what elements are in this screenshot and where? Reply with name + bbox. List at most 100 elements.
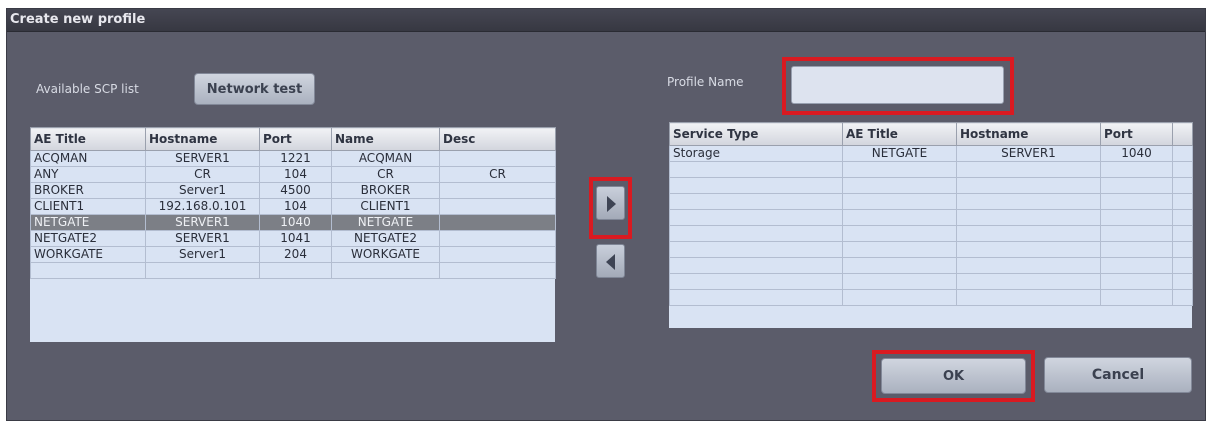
table-row[interactable]	[30, 262, 556, 279]
table-cell	[956, 225, 1101, 242]
table-cell	[1172, 257, 1193, 274]
table-cell	[439, 150, 556, 167]
table-cell	[1100, 241, 1173, 258]
table-row[interactable]	[669, 193, 1193, 210]
table-cell	[956, 257, 1101, 274]
table-row[interactable]	[669, 273, 1193, 290]
table-cell: BROKER	[331, 182, 440, 199]
table-cell: BROKER	[30, 182, 146, 199]
table-cell	[1100, 177, 1173, 194]
table-cell: WORKGATE	[30, 246, 146, 263]
scp-column-header[interactable]: Desc	[439, 127, 556, 151]
profile-table: Service Type AE Title Hostname Port Storage…	[669, 122, 1193, 306]
table-row[interactable]: Storage NETGATE SERVER1 1040	[669, 145, 1193, 162]
network-test-button[interactable]: Network test	[194, 73, 315, 105]
table-cell	[669, 273, 843, 290]
table-row[interactable]	[669, 225, 1193, 242]
scp-table: AE Title Hostname Port Name Desc ACQMAN SERVE…	[30, 127, 556, 279]
table-row[interactable]	[669, 177, 1193, 194]
table-row[interactable]	[669, 257, 1193, 274]
title-bar: Create new profile	[7, 9, 1205, 32]
table-cell	[669, 257, 843, 274]
scp-column-header[interactable]: Name	[331, 127, 440, 151]
table-cell: 192.168.0.101	[145, 198, 260, 215]
create-profile-dialog: Create new profile Available SCP list Ne…	[6, 8, 1206, 421]
table-cell	[30, 262, 146, 279]
scp-column-header[interactable]: Port	[259, 127, 332, 151]
table-cell: WORKGATE	[331, 246, 440, 263]
table-cell: Server1	[145, 246, 260, 263]
table-row[interactable]: NETGATE SERVER1 1040 NETGATE	[30, 214, 556, 231]
table-row[interactable]	[669, 161, 1193, 178]
table-cell	[956, 289, 1101, 306]
table-cell	[1100, 289, 1173, 306]
table-cell: NETGATE	[331, 214, 440, 231]
table-cell: ACQMAN	[331, 150, 440, 167]
table-row[interactable]: NETGATE2 SERVER1 1041 NETGATE2	[30, 230, 556, 247]
table-cell	[669, 193, 843, 210]
table-cell	[1172, 161, 1193, 178]
scp-column-header[interactable]: AE Title	[30, 127, 146, 151]
table-cell	[669, 289, 843, 306]
add-to-profile-button[interactable]	[596, 186, 625, 220]
table-cell	[669, 225, 843, 242]
table-cell	[842, 177, 957, 194]
table-row[interactable]: WORKGATE Server1 204 WORKGATE	[30, 246, 556, 263]
table-cell	[1172, 225, 1193, 242]
table-row[interactable]: ACQMAN SERVER1 1221 ACQMAN	[30, 150, 556, 167]
table-cell: NETGATE	[30, 214, 146, 231]
table-cell: SERVER1	[145, 214, 260, 231]
table-cell	[842, 289, 957, 306]
table-cell: 1221	[259, 150, 332, 167]
table-cell: NETGATE2	[331, 230, 440, 247]
scp-column-header[interactable]: Hostname	[145, 127, 260, 151]
table-cell	[669, 177, 843, 194]
profile-name-input[interactable]	[791, 66, 1004, 104]
table-cell	[145, 262, 260, 279]
profile-column-header[interactable]: Port	[1100, 122, 1173, 146]
table-cell: CR	[331, 166, 440, 183]
table-cell	[439, 198, 556, 215]
profile-column-header[interactable]: AE Title	[842, 122, 957, 146]
table-cell: 104	[259, 166, 332, 183]
table-cell	[1100, 193, 1173, 210]
table-cell	[1100, 257, 1173, 274]
profile-column-header[interactable]: Hostname	[956, 122, 1101, 146]
cancel-button[interactable]: Cancel	[1044, 357, 1192, 393]
table-cell	[842, 257, 957, 274]
remove-from-profile-button[interactable]	[596, 244, 625, 278]
table-cell	[956, 161, 1101, 178]
table-row[interactable]: CLIENT1 192.168.0.101 104 CLIENT1	[30, 198, 556, 215]
table-cell: NETGATE2	[30, 230, 146, 247]
table-row[interactable]	[669, 209, 1193, 226]
arrow-left-icon	[606, 254, 615, 270]
profile-column-header[interactable]: Service Type	[669, 122, 843, 146]
table-cell	[842, 161, 957, 178]
table-cell	[842, 273, 957, 290]
ok-button[interactable]: OK	[881, 358, 1026, 394]
table-cell	[439, 182, 556, 199]
table-cell: CR	[145, 166, 260, 183]
table-cell	[259, 262, 332, 279]
table-cell: Server1	[145, 182, 260, 199]
profile-table-header: Service Type AE Title Hostname Port	[669, 122, 1193, 146]
table-cell	[956, 193, 1101, 210]
table-cell	[439, 230, 556, 247]
table-row[interactable]	[669, 241, 1193, 258]
arrow-right-icon	[607, 196, 616, 212]
table-cell	[331, 262, 440, 279]
table-row[interactable]: ANY CR 104 CR CR	[30, 166, 556, 183]
scp-table-header: AE Title Hostname Port Name Desc	[30, 127, 556, 151]
table-cell: ANY	[30, 166, 146, 183]
table-row[interactable]: BROKER Server1 4500 BROKER	[30, 182, 556, 199]
table-cell	[1172, 289, 1193, 306]
table-cell	[1172, 145, 1193, 162]
table-cell: 104	[259, 198, 332, 215]
table-cell: ACQMAN	[30, 150, 146, 167]
table-cell	[1100, 225, 1173, 242]
table-cell: SERVER1	[145, 230, 260, 247]
table-row[interactable]	[669, 289, 1193, 306]
table-cell: 1040	[1100, 145, 1173, 162]
table-cell	[1100, 273, 1173, 290]
table-cell	[1172, 241, 1193, 258]
